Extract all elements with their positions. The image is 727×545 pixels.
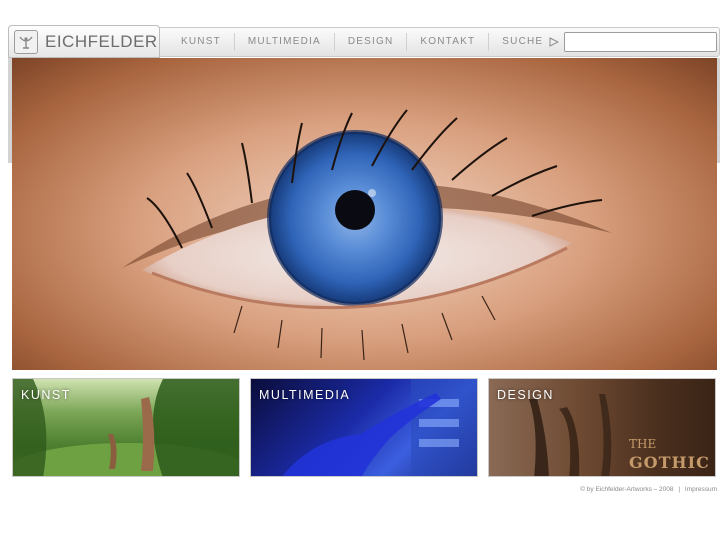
footer-separator: | — [678, 486, 681, 493]
play-arrow-icon — [549, 37, 560, 47]
tile-multimedia[interactable]: MULTIMEDIA — [250, 378, 478, 477]
footer-copyright: © by Eichfelder-Artworks – 2008 — [580, 486, 674, 493]
logo-text: EICHFELDER — [45, 31, 158, 51]
nav-item-design[interactable]: DESIGN — [333, 33, 407, 51]
gothic-overlay-line2: GOTHIC — [629, 453, 710, 472]
gothic-overlay-line1: THE — [629, 437, 657, 451]
footer-imprint-link[interactable]: Impressum — [685, 486, 717, 493]
nav-item-kunst[interactable]: KUNST — [168, 33, 234, 51]
tile-label-design: DESIGN — [497, 388, 554, 402]
tile-design[interactable]: DESIGN THE GOTHIC — [488, 378, 716, 477]
hero-eye-image — [12, 58, 717, 370]
site-logo[interactable]: EICHFELDER — [8, 25, 160, 58]
nav-item-multimedia[interactable]: MULTIMEDIA — [233, 33, 334, 51]
search-label-text: SUCHE — [502, 36, 544, 47]
footer: © by Eichfelder-Artworks – 2008 | Impres… — [580, 486, 717, 493]
tile-label-kunst: KUNST — [21, 388, 71, 402]
search-input[interactable] — [564, 32, 717, 52]
main-navigation: KUNST MULTIMEDIA DESIGN KONTAKT SUCHE — [168, 27, 572, 57]
nav-item-kontakt[interactable]: KONTAKT — [406, 33, 488, 51]
logo-mark-icon — [14, 29, 38, 54]
search-label: SUCHE — [488, 33, 572, 51]
tile-kunst[interactable]: KUNST — [12, 378, 240, 477]
tile-label-multimedia: MULTIMEDIA — [259, 388, 351, 402]
